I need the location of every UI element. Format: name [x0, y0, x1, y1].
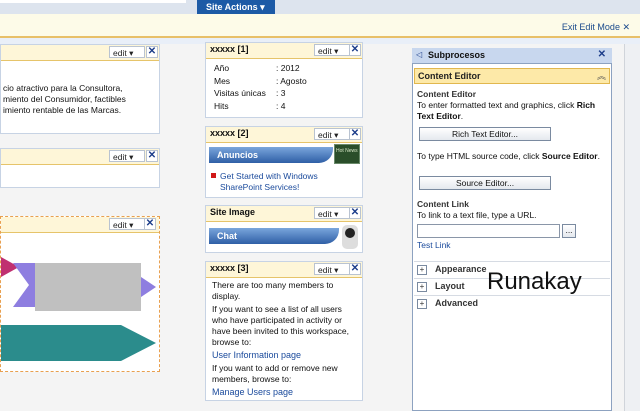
edit-menu-button[interactable]: edit ▾	[314, 207, 350, 219]
close-icon[interactable]: ✕	[349, 128, 361, 140]
webpart-header: edit ▾ ✕	[1, 149, 159, 165]
webpart-header: edit ▾ ✕	[1, 217, 159, 233]
left-webpart-3: edit ▾ ✕	[0, 216, 160, 372]
close-icon[interactable]: ✕	[349, 207, 361, 219]
webpart-header: Site Image edit ▾ ✕	[206, 206, 362, 222]
edit-menu-button[interactable]: edit ▾	[314, 44, 350, 56]
stats-row: Visitas únicas: 3	[214, 88, 286, 98]
stats-webpart: xxxxx [1] edit ▾ ✕ Año: 2012 Mes: Agosto…	[205, 42, 363, 118]
expand-icon[interactable]: +	[417, 265, 427, 275]
webpart-text: cio atractivo para la Consultora, miento…	[3, 83, 126, 115]
watermark-text: Runakay	[487, 268, 582, 295]
exit-edit-mode-link[interactable]: Exit Edit Mode ✕	[562, 22, 630, 33]
stats-row: Mes: Agosto	[214, 75, 307, 86]
back-arrow-icon[interactable]: ◁	[416, 50, 422, 59]
announcements-webpart: xxxxx [2] edit ▾ ✕ Anuncios Hot News Get…	[205, 126, 363, 198]
edit-mode-bar	[0, 14, 640, 38]
close-icon[interactable]: ✕	[598, 49, 606, 60]
close-icon[interactable]: ✕	[146, 46, 158, 58]
expand-icon[interactable]: +	[417, 282, 427, 292]
webpart-title: xxxxx [2]	[210, 128, 249, 138]
advanced-section[interactable]: + Advanced	[414, 295, 610, 311]
anuncios-banner: Anuncios	[209, 147, 333, 163]
left-webpart-2: edit ▾ ✕	[0, 148, 160, 188]
source-editor-text: To type HTML source code, click Source E…	[417, 151, 600, 161]
members-text: There are too many members to display. I…	[212, 280, 358, 398]
close-icon[interactable]: ✕	[349, 263, 361, 275]
stats-row: Año: 2012	[214, 63, 300, 73]
webpart-header: xxxxx [1] edit ▾ ✕	[206, 43, 362, 59]
stats-row: Hits: 4	[214, 100, 286, 111]
stats-table: Año: 2012 Mes: Agosto Visitas únicas: 3 …	[214, 62, 307, 112]
manage-users-link[interactable]: Manage Users page	[212, 387, 358, 398]
webpart-header: xxxxx [2] edit ▾ ✕	[206, 127, 362, 143]
top-navigation-bar	[0, 0, 640, 14]
source-editor-button[interactable]: Source Editor...	[419, 176, 551, 190]
rich-text-editor-button[interactable]: Rich Text Editor...	[419, 127, 551, 141]
site-image-webpart: Site Image edit ▾ ✕ Chat	[205, 205, 363, 253]
webpart-header: xxxxx [3] edit ▾ ✕	[206, 262, 362, 278]
edit-menu-button[interactable]: edit ▾	[314, 128, 350, 140]
webpart-title: Site Image	[210, 207, 256, 217]
content-editor-body: Content Editor To enter formatted text a…	[417, 89, 596, 121]
user-information-link[interactable]: User Information page	[212, 350, 358, 361]
content-link-body: Content Link To link to a text file, typ…	[417, 199, 537, 220]
chat-person-icon	[342, 225, 358, 249]
webpart-header: edit ▾ ✕	[1, 45, 159, 61]
site-actions-menu[interactable]: Site Actions ▾	[197, 0, 275, 14]
bullet-icon	[211, 173, 216, 178]
chat-banner: Chat	[209, 228, 339, 244]
test-link[interactable]: Test Link	[417, 240, 451, 251]
edit-menu-button[interactable]: edit ▾	[109, 218, 145, 230]
close-icon[interactable]: ✕	[144, 218, 156, 230]
expand-icon[interactable]: +	[417, 299, 427, 309]
hot-news-icon: Hot News	[334, 144, 360, 164]
collapse-icon[interactable]: ︽	[597, 69, 606, 82]
webpart-title: xxxxx [3]	[210, 263, 249, 273]
close-icon[interactable]: ✕	[349, 44, 361, 56]
tool-pane-header: ◁ Subprocesos ✕	[412, 48, 612, 64]
close-icon[interactable]: ✕	[146, 150, 158, 162]
members-webpart: xxxxx [3] edit ▾ ✕ There are too many me…	[205, 261, 363, 401]
edit-menu-button[interactable]: edit ▾	[109, 46, 145, 58]
left-webpart-1: edit ▾ ✕ cio atractivo para la Consultor…	[0, 44, 160, 134]
edit-menu-button[interactable]: edit ▾	[314, 263, 350, 275]
webpart-title: xxxxx [1]	[210, 44, 249, 54]
vertical-scrollbar[interactable]	[624, 44, 640, 411]
edit-menu-button[interactable]: edit ▾	[109, 150, 145, 162]
tool-pane-title: Subprocesos	[428, 50, 486, 60]
browse-button[interactable]: ...	[562, 224, 576, 238]
content-editor-section-header[interactable]: Content Editor ︽	[414, 68, 610, 84]
process-diagram-image	[1, 257, 156, 361]
content-link-input[interactable]	[417, 224, 560, 238]
announcement-link[interactable]: Get Started with Windows SharePoint Serv…	[220, 171, 355, 193]
